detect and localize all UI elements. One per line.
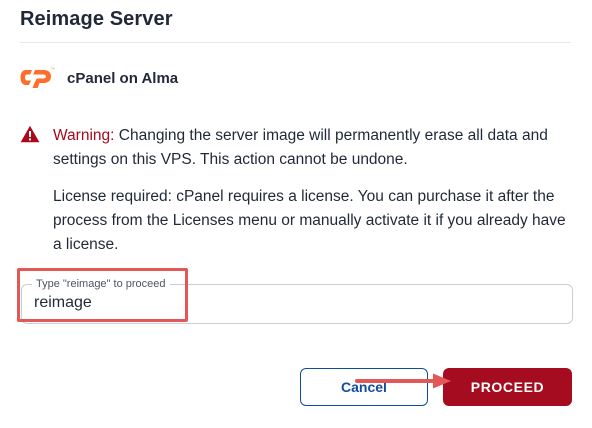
license-notice: License required: cPanel requires a lice… [53,188,566,253]
os-name: cPanel on Alma [67,69,179,87]
cancel-button[interactable]: Cancel [300,368,428,406]
os-selection: ™ cPanel on Alma [20,64,178,92]
confirm-reimage-input[interactable] [34,294,534,312]
warning-body: Changing the server image will permanent… [53,127,548,168]
confirm-reimage-field: Type "reimage" to proceed [21,277,573,324]
warning-text: Warning: Changing the server image will … [53,124,573,172]
proceed-button[interactable]: PROCEED [443,368,572,406]
dialog-title: Reimage Server [20,8,173,30]
cpanel-logo-icon: ™ [20,67,55,88]
reimage-dialog: Reimage Server ™ cPanel on Alma Warning:… [0,0,592,428]
svg-text:™: ™ [51,67,55,71]
title-divider [20,42,571,43]
warning-label: Warning: [53,127,115,144]
confirm-field-label: Type "reimage" to proceed [32,277,170,291]
warning-triangle-icon [20,125,40,143]
